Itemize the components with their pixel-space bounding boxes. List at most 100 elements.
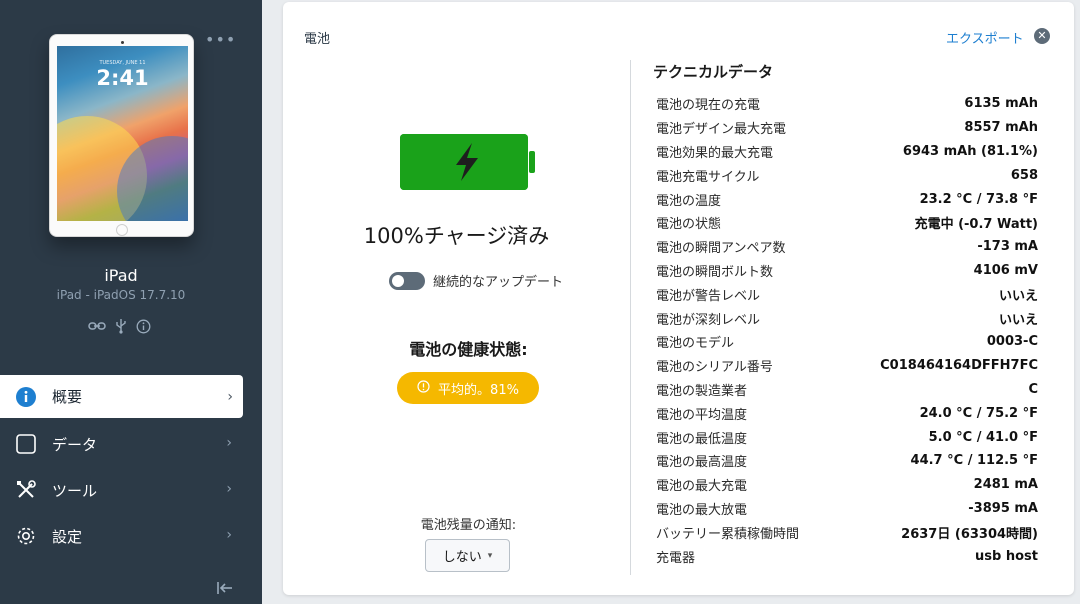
chevron-right-icon: › [226, 527, 232, 543]
tech-data-label: 電池の瞬間アンペア数 [656, 241, 786, 257]
tech-data-row: 充電器 usb host [656, 544, 1038, 568]
tech-data-label: 充電器 [656, 550, 696, 566]
tech-data-value: 充電中 (-0.7 Watt) [914, 217, 1038, 233]
device-image: TUESDAY, JUNE 11 2:41 [49, 34, 194, 237]
panel-divider [630, 60, 631, 575]
tech-data-label: 電池の現在の充電 [656, 98, 761, 114]
tech-data-label: 電池の状態 [656, 217, 722, 233]
tech-data-value: いいえ [998, 312, 1038, 328]
tech-data-table: 電池の現在の充電 6135 mAh 電池デザイン最大充電 8557 mAh 電池効果的最… [656, 92, 1038, 568]
tech-data-value: C [1028, 381, 1038, 397]
tech-data-label: 電池のシリアル番号 [656, 360, 773, 376]
sidebar-item-label: データ [52, 435, 98, 454]
battery-health-badge: 平均的。81% [397, 372, 539, 404]
collapse-sidebar-icon[interactable] [216, 580, 234, 599]
tech-data-value: 5.0 °C / 41.0 °F [928, 429, 1038, 445]
tech-data-label: 電池が深刻レベル [656, 312, 761, 328]
tech-data-value: いいえ [998, 288, 1038, 304]
tech-data-value: 4106 mV [973, 262, 1038, 278]
tech-data-label: 電池の製造業者 [656, 383, 748, 399]
tech-data-value: 8557 mAh [964, 120, 1038, 136]
tech-data-row: 電池のモデル 0003-C [656, 330, 1038, 354]
tech-data-value: 23.2 °C / 73.8 °F [919, 191, 1038, 207]
chevron-right-icon: › [226, 481, 232, 497]
tech-data-row: 電池の温度 23.2 °C / 73.8 °F [656, 187, 1038, 211]
continuous-update-toggle[interactable] [389, 271, 425, 290]
sidebar-nav: 概要 › データ › ツール › 設定 › [0, 375, 262, 559]
battery-notify-value: しない [442, 550, 482, 565]
tech-data-label: バッテリー累積稼働時間 [656, 526, 800, 542]
tech-data-value: 658 [1010, 167, 1038, 183]
tech-data-row: 電池の最大充電 2481 mA [656, 473, 1038, 497]
tech-data-row: 電池のシリアル番号 C018464164DFFH7FC [656, 354, 1038, 378]
chevron-right-icon: › [227, 389, 233, 405]
tech-data-label: 電池の平均温度 [656, 407, 748, 423]
tools-icon [14, 478, 38, 502]
panel-title: 電池 [304, 32, 331, 47]
battery-panel: 電池 エクスポート ✕ 100%チャージ済み 継続的なアップデート 電池の健康状… [283, 2, 1074, 595]
sidebar-item-tools[interactable]: ツール › [0, 467, 262, 513]
battery-health-value: 平均的。81% [438, 382, 519, 398]
tech-data-value: 6135 mAh [964, 96, 1038, 112]
battery-notify-select[interactable]: しない ▾ [425, 539, 510, 572]
tech-data-value: usb host [975, 548, 1038, 564]
device-camera [121, 41, 124, 44]
tech-data-row: 電池の瞬間ボルト数 4106 mV [656, 259, 1038, 283]
tech-data-value: 0003-C [986, 334, 1038, 350]
battery-icon [400, 134, 540, 196]
device-screen: TUESDAY, JUNE 11 2:41 [57, 46, 188, 221]
tech-data-row: バッテリー累積稼働時間 2637日 (63304時間) [656, 520, 1038, 544]
tech-data-label: 電池充電サイクル [656, 169, 760, 185]
info-circle-icon[interactable] [136, 319, 151, 334]
tech-data-row: 電池が深刻レベル いいえ [656, 306, 1038, 330]
tech-data-label: 電池が警告レベル [656, 288, 761, 304]
tech-data-value: -173 mA [977, 239, 1038, 255]
tech-data-row: 電池デザイン最大充電 8557 mAh [656, 116, 1038, 140]
tech-data-value: 24.0 °C / 75.2 °F [919, 405, 1038, 421]
sidebar-item-overview[interactable]: 概要 › [0, 375, 243, 418]
device-connection-icons [88, 318, 151, 334]
tech-data-value: 2637日 (63304時間) [901, 526, 1038, 542]
sidebar-item-label: 設定 [52, 527, 83, 546]
tech-data-row: 電池の状態 充電中 (-0.7 Watt) [656, 211, 1038, 235]
sidebar-item-settings[interactable]: 設定 › [0, 513, 262, 559]
sidebar-item-data[interactable]: データ › [0, 421, 262, 467]
tech-data-row: 電池の現在の充電 6135 mAh [656, 92, 1038, 116]
tech-data-value: 2481 mA [973, 477, 1038, 493]
tech-data-row: 電池が警告レベル いいえ [656, 282, 1038, 306]
usb-icon[interactable] [115, 318, 127, 334]
chevron-down-icon: ▾ [487, 550, 493, 561]
tech-data-value: 6943 mAh (81.1%) [902, 143, 1038, 159]
tech-data-row: 電池の平均温度 24.0 °C / 75.2 °F [656, 401, 1038, 425]
tech-data-label: 電池効果的最大充電 [656, 145, 774, 161]
device-home-button [116, 224, 128, 236]
lock-screen-time: 2:41 [96, 66, 149, 90]
sidebar: ••• TUESDAY, JUNE 11 2:41 iPad iPad - iP… [0, 0, 262, 604]
tech-data-value: C018464164DFFH7FC [880, 358, 1038, 374]
tech-data-label: 電池の最大放電 [656, 502, 748, 518]
tech-data-label: 電池デザイン最大充電 [656, 122, 787, 138]
tech-data-label: 電池の最低温度 [656, 431, 748, 447]
tech-data-row: 電池効果的最大充電 6943 mAh (81.1%) [656, 140, 1038, 164]
info-icon [14, 385, 38, 409]
export-button[interactable]: エクスポート [946, 28, 1024, 47]
tech-data-label: 電池の最高温度 [656, 455, 748, 471]
square-icon [14, 432, 38, 456]
continuous-update-label: 継続的なアップデート [433, 275, 564, 290]
charge-status-text: 100%チャージ済み [363, 224, 550, 248]
tech-data-label: 電池の最大充電 [656, 479, 748, 495]
tech-data-title: テクニカルデータ [653, 63, 774, 81]
tech-data-label: 電池の温度 [656, 193, 722, 209]
link-icon[interactable] [88, 320, 106, 332]
close-icon[interactable]: ✕ [1034, 28, 1050, 44]
more-options-button[interactable]: ••• [205, 30, 236, 49]
tech-data-row: 電池充電サイクル 658 [656, 163, 1038, 187]
tech-data-row: 電池の最高温度 44.7 °C / 112.5 °F [656, 449, 1038, 473]
tech-data-row: 電池の最大放電 -3895 mA [656, 497, 1038, 521]
sidebar-item-label: 概要 [52, 388, 83, 406]
chevron-right-icon: › [226, 435, 232, 451]
tech-data-row: 電池の最低温度 5.0 °C / 41.0 °F [656, 425, 1038, 449]
tech-data-value: 44.7 °C / 112.5 °F [910, 453, 1038, 469]
tech-data-label: 電池の瞬間ボルト数 [656, 264, 774, 280]
sidebar-item-label: ツール [52, 481, 98, 500]
